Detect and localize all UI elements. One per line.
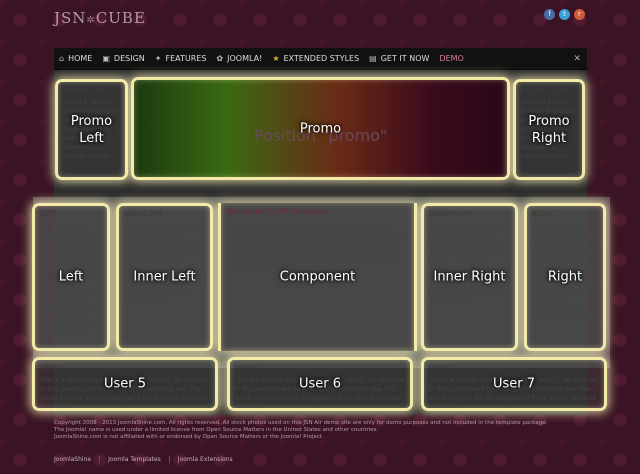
position-left: LEFT This is a sample module in position… [32,203,110,351]
menu-item-home[interactable]: ⌂ HOME [54,48,97,70]
position-label: Promo Left [70,113,113,146]
rss-icon[interactable]: r [574,9,585,20]
logo-ornament-icon: ✲ [86,15,96,26]
module-title: RIGHT [532,210,554,218]
position-inner-right: INNERRIGHT This is a sample module in po… [421,203,518,351]
position-right: RIGHT This is a sample module in positio… [524,203,606,351]
design-icon: ▣ [102,54,110,63]
features-icon: ✦ [154,54,162,63]
position-label: User 6 [298,376,342,392]
twitter-icon[interactable]: t [559,9,570,20]
facebook-icon[interactable]: f [544,9,555,20]
home-icon: ⌂ [59,54,65,63]
menu-item-label: EXTENDED STYLES [283,54,360,63]
position-label: User 5 [103,376,147,392]
menu-item-features[interactable]: ✦ FEATURES [150,48,212,70]
joomla-icon: ✿ [216,54,224,63]
position-label: Left [58,269,84,285]
footer-copyright: Copyright 2008 - 2013 JoomlaShine.com. A… [54,420,587,441]
position-user6: USER6 This is a sample module in positio… [227,357,413,411]
position-component: Welcome to JSN Template Created on Frida… [218,203,417,351]
menu-item-design[interactable]: ▣ DESIGN [97,48,149,70]
module-title: PROMO LEFT [63,86,108,94]
module-text: This is a sample module in position inne… [124,223,205,302]
position-inner-left: INNERLEFT This is a sample module in pos… [116,203,213,351]
site-logo[interactable]: JSN✲CUBE [54,9,146,27]
module-title: USER6 [235,364,259,372]
footer-link-joomlashine[interactable]: JoomlaShine [54,456,101,463]
menu-item-label: JOOMLA! [227,54,263,63]
tools-icon[interactable]: ✕ [573,54,587,64]
affiliation-line: JoomlaShine.com is not affiliated with o… [54,434,324,440]
position-user5: USER5 This is a sample module in positio… [32,357,218,411]
module-title: USER5 [40,364,64,372]
module-title: INNERLEFT [124,210,163,218]
menu-item-label: HOME [68,54,93,63]
menu-item-joomla[interactable]: ✿ JOOMLA! [211,48,267,70]
position-label: Right [547,269,583,285]
article-title: Welcome to JSN Template [226,207,329,216]
footer-link-joomla-extensions[interactable]: Joomla Extensions [178,456,241,463]
menu-item-label: GET IT NOW [380,54,430,63]
position-label: Component [279,269,356,285]
module-title: LEFT [40,210,57,218]
position-promo: Position "promo" Promo [131,77,510,180]
position-user7: USER7 This is a sample module in positio… [421,357,607,411]
logo-suffix: CUBE [95,9,146,27]
module-title: INNERRIGHT [429,210,473,218]
menu-item-demo[interactable]: DEMO [434,48,468,70]
article-text: Created on Friday, 01 April 2011 07:15. … [226,226,409,269]
social-links: f t r [544,9,585,20]
position-label: Inner Right [433,269,506,285]
footer-link-joomla-templates[interactable]: Joomla Templates [108,456,170,463]
star-icon: ★ [272,54,280,63]
menu-item-label: DEMO [439,54,464,63]
footer-links: JoomlaShine Joomla Templates Joomla Exte… [54,456,241,463]
position-label: User 7 [492,376,536,392]
position-label: Promo Right [528,113,570,146]
module-title: PROMO RIGHT [521,86,572,94]
main-menu: ⌂ HOME ▣ DESIGN ✦ FEATURES ✿ JOOMLA! ★ EXTEND… [54,48,587,70]
position-label: Inner Left [133,269,196,285]
menu-item-extended-styles[interactable]: ★ EXTENDED STYLES [267,48,364,70]
menu-item-label: DESIGN [113,54,145,63]
position-promo-right: PROMO RIGHT This is a sample module in p… [513,79,585,180]
position-promo-left: PROMO LEFT This is a sample module in po… [55,79,128,180]
menu-item-get-it-now[interactable]: ▤ GET IT NOW [364,48,434,70]
logo-text: JSN [54,9,87,27]
copyright-line: Copyright 2008 - 2013 JoomlaShine.com. A… [54,420,548,426]
position-label: Promo [299,121,342,136]
menu-item-label: FEATURES [165,54,207,63]
cart-icon: ▤ [369,54,377,63]
module-text: This is a sample module in position inne… [429,223,510,302]
trademark-line: The Joomla! name is used under a limited… [54,427,379,433]
module-title: USER7 [429,364,453,372]
